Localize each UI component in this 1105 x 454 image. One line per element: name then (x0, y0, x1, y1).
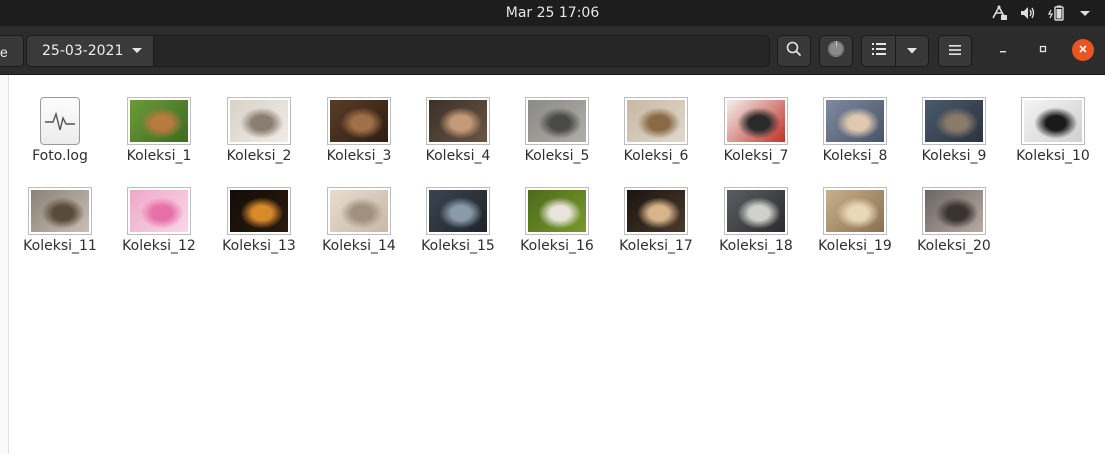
maximize-icon (1038, 41, 1048, 59)
path-bar[interactable]: 25-03-2021 (26, 35, 770, 67)
menu-icon (949, 42, 961, 60)
file-item-image[interactable]: Koleksi_1 (114, 97, 204, 179)
file-item-image[interactable]: Koleksi_10 (1008, 97, 1098, 179)
image-thumbnail (823, 187, 887, 235)
breadcrumb-parent-label: e (0, 44, 8, 60)
file-item-image[interactable]: Koleksi_2 (214, 97, 304, 179)
file-item-log[interactable]: Foto.log (15, 97, 105, 179)
chevron-down-icon[interactable] (131, 36, 143, 77)
image-thumbnail (426, 97, 490, 145)
file-item-image[interactable]: Koleksi_8 (810, 97, 900, 179)
file-item-image[interactable]: Koleksi_14 (314, 187, 404, 269)
file-item-image[interactable]: Koleksi_3 (314, 97, 404, 179)
minimize-icon (998, 41, 1008, 59)
top-system-bar: Mar 25 17:06 (0, 0, 1105, 26)
image-thumbnail (127, 187, 191, 235)
file-name: Koleksi_19 (818, 238, 892, 254)
file-item-image[interactable]: Koleksi_7 (711, 97, 801, 179)
file-item-image[interactable]: Koleksi_15 (413, 187, 503, 269)
system-menu-icon[interactable] (1079, 5, 1091, 21)
file-item-image[interactable]: Koleksi_16 (512, 187, 602, 269)
file-name: Foto.log (32, 148, 88, 164)
system-tray[interactable] (990, 0, 1091, 26)
file-name: Koleksi_9 (921, 148, 987, 164)
file-name: Koleksi_15 (421, 238, 495, 254)
view-options-button[interactable] (896, 35, 929, 67)
image-thumbnail (227, 97, 291, 145)
file-name: Koleksi_11 (23, 238, 97, 254)
image-thumbnail (922, 187, 986, 235)
file-item-image[interactable]: Koleksi_13 (214, 187, 304, 269)
file-name: Koleksi_16 (520, 238, 594, 254)
image-thumbnail (624, 187, 688, 235)
file-item-image[interactable]: Koleksi_9 (909, 97, 999, 179)
file-item-image[interactable]: Koleksi_17 (611, 187, 701, 269)
file-item-image[interactable]: Koleksi_18 (711, 187, 801, 269)
image-thumbnail (327, 97, 391, 145)
file-item-image[interactable]: Koleksi_6 (611, 97, 701, 179)
file-item-image[interactable]: Koleksi_20 (909, 187, 999, 269)
file-name: Koleksi_20 (917, 238, 991, 254)
file-name: Koleksi_7 (723, 148, 789, 164)
battery-icon[interactable] (1048, 5, 1068, 21)
log-file-icon (40, 97, 80, 145)
file-name: Koleksi_12 (122, 238, 196, 254)
image-thumbnail (327, 187, 391, 235)
file-item-image[interactable]: Koleksi_19 (810, 187, 900, 269)
image-thumbnail (525, 187, 589, 235)
main-menu-button[interactable] (938, 35, 972, 67)
disk-usage-button[interactable] (819, 35, 853, 67)
breadcrumb-current-folder[interactable]: 25-03-2021 (27, 36, 154, 66)
file-name: Koleksi_8 (822, 148, 888, 164)
file-item-image[interactable]: Koleksi_12 (114, 187, 204, 269)
file-name: Koleksi_4 (425, 148, 491, 164)
image-thumbnail (724, 97, 788, 145)
clock[interactable]: Mar 25 17:06 (0, 0, 1105, 26)
close-button[interactable] (1072, 39, 1094, 61)
file-name: Koleksi_17 (619, 238, 693, 254)
file-name: Koleksi_1 (126, 148, 192, 164)
disk-usage-icon (827, 40, 845, 63)
image-thumbnail (922, 97, 986, 145)
current-folder-label: 25-03-2021 (42, 43, 124, 59)
minimize-button[interactable] (992, 39, 1014, 61)
list-view-icon (871, 42, 886, 60)
file-name: Koleksi_6 (623, 148, 689, 164)
volume-icon[interactable] (1019, 5, 1037, 21)
file-name: Koleksi_2 (226, 148, 292, 164)
sidebar-edge (0, 75, 9, 454)
breadcrumb-parent[interactable]: e (0, 35, 24, 67)
file-name: Koleksi_13 (222, 238, 296, 254)
file-name: Koleksi_3 (326, 148, 392, 164)
file-item-image[interactable]: Koleksi_11 (15, 187, 105, 269)
image-thumbnail (127, 97, 191, 145)
file-name: Koleksi_14 (322, 238, 396, 254)
file-name: Koleksi_10 (1016, 148, 1090, 164)
file-name: Koleksi_5 (524, 148, 590, 164)
search-icon (786, 41, 802, 62)
file-item-image[interactable]: Koleksi_5 (512, 97, 602, 179)
file-item-image[interactable]: Koleksi_4 (413, 97, 503, 179)
image-thumbnail (426, 187, 490, 235)
image-thumbnail (724, 187, 788, 235)
image-thumbnail (823, 97, 887, 145)
image-thumbnail (1021, 97, 1085, 145)
search-button[interactable] (777, 35, 811, 67)
view-options-icon (906, 42, 918, 60)
list-view-button[interactable] (861, 35, 896, 67)
image-thumbnail (28, 187, 92, 235)
network-icon[interactable] (990, 5, 1008, 21)
image-thumbnail (227, 187, 291, 235)
file-name: Koleksi_18 (719, 238, 793, 254)
image-thumbnail (525, 97, 589, 145)
image-thumbnail (624, 97, 688, 145)
close-icon (1078, 41, 1088, 59)
maximize-button[interactable] (1032, 39, 1054, 61)
